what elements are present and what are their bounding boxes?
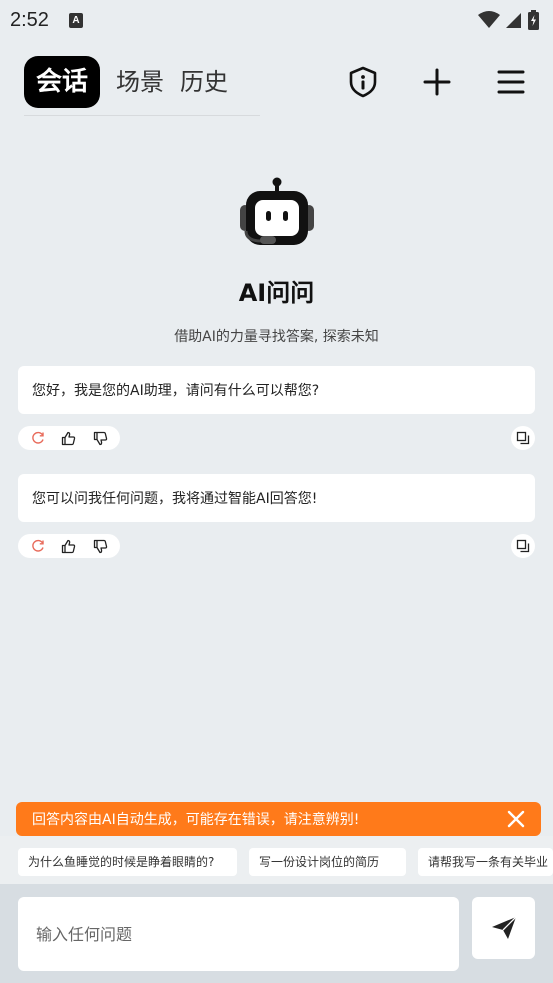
assistant-message: 您好，我是您的AI助理，请问有什么可以帮您? [18, 366, 535, 414]
app-header: 会话 场景 历史 [0, 50, 553, 114]
dislike-button[interactable] [91, 537, 109, 555]
tab-divider [24, 115, 260, 116]
suggestion-chip[interactable]: 请帮我写一条有关毕业 [418, 848, 553, 876]
message-actions [18, 534, 120, 558]
copy-icon [516, 539, 530, 553]
tab-bar: 会话 场景 历史 [24, 56, 228, 108]
thumbs-up-icon [62, 539, 76, 553]
close-icon[interactable] [507, 810, 525, 828]
plus-icon [423, 68, 451, 96]
dislike-button[interactable] [91, 429, 109, 447]
refresh-icon [31, 431, 44, 444]
status-time: 2:52 [10, 8, 49, 31]
assistant-message: 您可以问我任何问题，我将通过智能AI回答您! [18, 474, 535, 522]
new-chat-button[interactable] [419, 64, 455, 100]
copy-icon [516, 431, 530, 445]
regenerate-button[interactable] [29, 429, 47, 447]
status-bar: 2:52 A [0, 0, 553, 40]
suggestion-chip[interactable]: 为什么鱼睡觉的时候是睁着眼睛的? [18, 848, 237, 876]
menu-button[interactable] [493, 64, 529, 100]
suggestion-bar: 为什么鱼睡觉的时候是睁着眼睛的? 写一份设计岗位的简历 请帮我写一条有关毕业 [0, 836, 553, 884]
tab-chat[interactable]: 会话 [24, 56, 101, 108]
wifi-icon [478, 11, 500, 28]
header-actions [345, 64, 529, 100]
tab-history[interactable]: 历史 [180, 56, 228, 108]
robot-logo-icon [239, 177, 314, 245]
ai-disclaimer-banner: 回答内容由AI自动生成，可能存在错误，请注意辨别! [16, 802, 541, 836]
question-input[interactable] [18, 897, 459, 971]
send-icon [491, 916, 516, 939]
like-button[interactable] [60, 429, 78, 447]
notification-icon: A [68, 12, 83, 28]
hero: AI问问 借助AI的力量寻找答案, 探索未知 [0, 175, 553, 346]
copy-button[interactable] [511, 534, 535, 558]
battery-icon [528, 10, 539, 30]
thumbs-up-icon [62, 431, 76, 445]
like-button[interactable] [60, 537, 78, 555]
cell-signal-icon [506, 13, 521, 28]
copy-button[interactable] [511, 426, 535, 450]
send-button[interactable] [472, 897, 535, 959]
tab-scenes[interactable]: 场景 [116, 56, 164, 108]
status-right [478, 10, 539, 30]
regenerate-button[interactable] [29, 537, 47, 555]
shield-info-icon [349, 66, 377, 98]
app-subtitle: 借助AI的力量寻找答案, 探索未知 [174, 329, 379, 345]
message-actions [18, 426, 120, 450]
disclaimer-text: 回答内容由AI自动生成，可能存在错误，请注意辨别! [32, 812, 360, 828]
privacy-button[interactable] [345, 64, 381, 100]
refresh-icon [31, 539, 44, 552]
app-title: AI问问 [238, 279, 315, 307]
status-left: 2:52 A [10, 9, 83, 32]
composer [0, 884, 553, 983]
thumbs-down-icon [93, 431, 108, 445]
suggestion-chip[interactable]: 写一份设计岗位的简历 [249, 848, 406, 876]
thumbs-down-icon [93, 539, 108, 553]
menu-icon [497, 70, 525, 94]
